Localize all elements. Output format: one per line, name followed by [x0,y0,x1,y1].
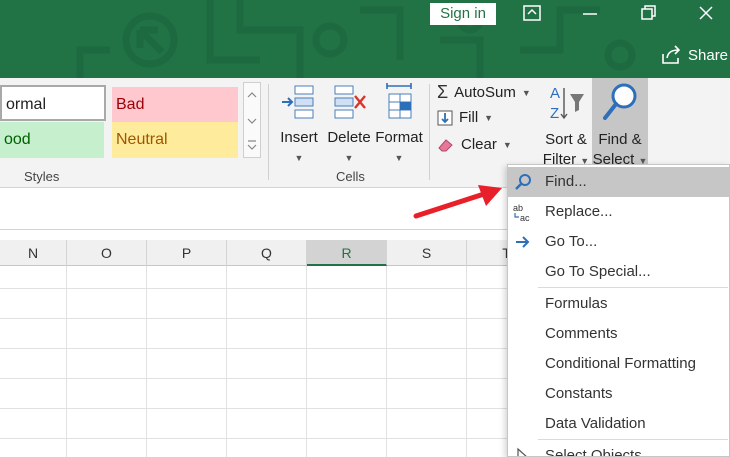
menu-item-replace[interactable]: ab ac Replace... [508,197,729,227]
chevron-down-icon: ▼ [344,153,354,163]
autosum-label: AutoSum [454,84,516,101]
replace-icon: ab ac [513,203,530,222]
delete-cells-icon [334,85,366,119]
share-button[interactable]: Share [660,45,728,65]
svg-text:ab: ab [513,203,523,213]
chevron-down-icon: ▼ [502,139,512,150]
grid-line [66,266,67,457]
eraser-icon [438,138,453,151]
ribbon-display-icon[interactable] [522,4,542,22]
menu-item-select-objects[interactable]: Select Objects [508,441,729,456]
arrow-right-icon [516,236,530,248]
minimize-icon[interactable] [580,4,600,22]
pointer-icon [517,447,527,456]
menu-item-find[interactable]: Find... [508,167,729,197]
insert-cells-icon [282,85,314,119]
find-label-1: Find & [598,131,642,148]
grid-line [386,266,387,457]
search-icon [603,83,637,120]
menu-item-comments[interactable]: Comments [508,319,729,349]
column-header[interactable]: N [0,240,67,266]
insert-label: Insert [280,129,318,146]
svg-text:A: A [550,85,560,102]
style-good[interactable]: ood [0,122,104,158]
autosum-button[interactable]: Σ AutoSum ▼ [437,82,531,103]
sort-filter-button[interactable]: A Z Sort & Filter ▼ [540,82,592,171]
column-header[interactable]: P [147,240,227,266]
column-header-selected[interactable]: R [307,240,387,266]
delete-label: Delete [327,129,371,146]
chevron-down-icon: ▼ [484,112,494,123]
grid-line [146,266,147,457]
menu-separator [538,287,728,288]
menu-item-constants[interactable]: Constants [508,379,729,409]
svg-text:Z: Z [550,105,559,122]
fill-button[interactable]: Fill ▼ [437,109,493,126]
style-bad[interactable]: Bad [112,87,238,123]
cells-group-label: Cells [336,169,365,184]
column-header[interactable]: S [387,240,467,266]
svg-text:ac: ac [520,213,530,222]
format-cells-icon [386,83,412,119]
share-label: Share [688,46,729,64]
styles-group-label: Styles [24,169,60,184]
delete-button[interactable]: Delete ▼ [324,82,374,168]
clear-button[interactable]: Clear ▼ [437,136,512,153]
grid-line [306,266,307,457]
format-label: Format [375,129,423,146]
circuit-decoration [76,0,636,78]
red-arrow-annotation [413,185,502,219]
share-icon [662,45,681,64]
group-separator [268,84,269,180]
sort-filter-icon: A Z [550,85,584,122]
insert-button[interactable]: Insert ▼ [276,82,322,168]
format-button[interactable]: Format ▼ [374,82,424,168]
gallery-scroll-icons [247,92,257,150]
fill-down-icon [437,110,453,125]
menu-separator [538,439,728,440]
clear-label: Clear [461,136,497,153]
grid-line [466,266,467,457]
fill-label: Fill [459,109,479,126]
group-separator [429,84,430,180]
menu-item-go-to-special[interactable]: Go To Special... [508,257,729,287]
title-bar: Sign in Share [0,0,730,78]
styles-gallery-scroll[interactable] [243,82,261,158]
sigma-icon: Σ [437,82,449,102]
sort-label-1: Sort & [545,131,587,148]
menu-item-conditional-formatting[interactable]: Conditional Formatting [508,349,729,379]
column-header[interactable]: Q [227,240,307,266]
find-select-menu: Find... ab ac Replace... Go To... Go To … [507,164,730,457]
menu-item-data-validation[interactable]: Data Validation [508,409,729,439]
style-normal[interactable]: ormal [0,85,106,121]
close-icon[interactable] [696,4,716,22]
menu-item-go-to[interactable]: Go To... [508,227,729,257]
chevron-down-icon: ▼ [521,87,531,98]
find-select-button[interactable]: Find & Select ▼ [592,78,648,168]
grid-line [226,266,227,457]
chevron-down-icon: ▼ [294,153,304,163]
menu-item-formulas[interactable]: Formulas [508,289,729,319]
restore-icon[interactable] [638,4,658,22]
style-neutral[interactable]: Neutral [112,122,238,158]
search-icon [515,174,531,190]
column-header[interactable]: O [67,240,147,266]
chevron-down-icon: ▼ [394,153,404,163]
sign-in-button[interactable]: Sign in [430,3,496,25]
